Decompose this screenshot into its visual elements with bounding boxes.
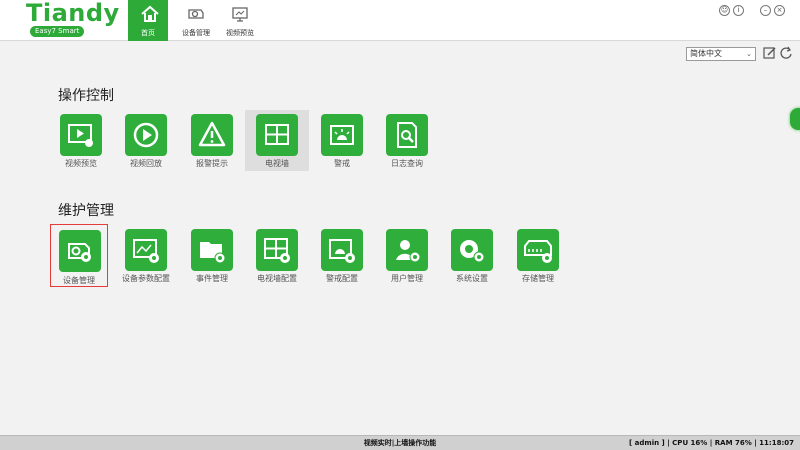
tile-log-query[interactable]: 日志查询 bbox=[376, 114, 438, 170]
tile-alert-config[interactable]: 警戒配置 bbox=[311, 229, 373, 285]
tile-label: 电视墙配置 bbox=[257, 274, 297, 283]
info-icon[interactable]: i bbox=[733, 5, 744, 16]
tile-label: 事件管理 bbox=[196, 274, 228, 283]
system-gear-icon bbox=[451, 229, 493, 271]
tile-tv-wall-config[interactable]: 电视墙配置 bbox=[246, 229, 308, 285]
chevron-down-icon: ⌄ bbox=[746, 50, 752, 58]
event-folder-icon bbox=[191, 229, 233, 271]
tile-label: 报警提示 bbox=[196, 159, 228, 168]
tile-alarm-prompt[interactable]: 报警提示 bbox=[181, 114, 243, 170]
camera-icon bbox=[188, 9, 204, 19]
status-system-info: [ admin ] | CPU 16% | RAM 76% | 11:18:07 bbox=[629, 436, 794, 450]
tile-label: 电视墙 bbox=[265, 159, 289, 168]
logo-wordmark: Tiandy bbox=[26, 0, 120, 27]
tile-label: 设备管理 bbox=[63, 276, 95, 285]
tile-label: 系统设置 bbox=[456, 274, 488, 283]
tile-user-management[interactable]: 用户管理 bbox=[376, 229, 438, 285]
side-panel-toggle[interactable] bbox=[790, 108, 800, 130]
tile-label: 视频预览 bbox=[65, 159, 97, 168]
minimize-icon[interactable]: – bbox=[760, 5, 771, 16]
tile-label: 设备参数配置 bbox=[122, 274, 170, 283]
user-manage-icon bbox=[386, 229, 428, 271]
status-user: [ admin ] bbox=[629, 439, 665, 447]
status-time: 11:18:07 bbox=[759, 439, 794, 447]
nav-device-management-label: 设备管理 bbox=[182, 29, 210, 37]
tile-device-management[interactable]: 设备管理 bbox=[50, 224, 108, 287]
tile-video-preview[interactable]: 视频预览 bbox=[50, 114, 112, 170]
device-params-icon bbox=[125, 229, 167, 271]
tile-storage-management[interactable]: 存储管理 bbox=[507, 229, 569, 285]
video-preview-icon bbox=[60, 114, 102, 156]
monitor-icon bbox=[232, 7, 248, 22]
user-icon[interactable]: ☺ bbox=[719, 5, 730, 16]
playback-icon bbox=[125, 114, 167, 156]
nav-device-management-tab[interactable]: 设备管理 bbox=[174, 0, 218, 41]
alarm-warning-icon bbox=[191, 114, 233, 156]
logo-tagline: Easy7 Smart bbox=[30, 26, 85, 37]
tile-video-playback[interactable]: 视频回放 bbox=[115, 114, 177, 170]
tile-label: 警戒 bbox=[334, 159, 350, 168]
home-icon bbox=[141, 5, 159, 22]
tile-label: 警戒配置 bbox=[326, 274, 358, 283]
status-cpu: CPU 16% bbox=[672, 439, 708, 447]
tv-wall-icon bbox=[256, 114, 298, 156]
section-title-operation: 操作控制 bbox=[58, 88, 114, 104]
log-search-icon bbox=[386, 114, 428, 156]
edit-icon[interactable] bbox=[763, 46, 777, 60]
nav-home-tab[interactable]: 首页 bbox=[128, 0, 168, 41]
top-bar: Tiandy Easy7 Smart 首页 设备管理 视频预览 ☺ i – × bbox=[0, 0, 800, 41]
alert-config-icon bbox=[321, 229, 363, 271]
tile-system-settings[interactable]: 系统设置 bbox=[441, 229, 503, 285]
device-settings-icon bbox=[59, 230, 101, 272]
language-selected-value: 简体中文 bbox=[690, 49, 722, 58]
storage-icon bbox=[517, 229, 559, 271]
language-select[interactable]: 简体中文 ⌄ bbox=[686, 47, 756, 61]
section-title-maintenance: 维护管理 bbox=[58, 203, 114, 219]
tile-event-management[interactable]: 事件管理 bbox=[181, 229, 243, 285]
tile-device-params[interactable]: 设备参数配置 bbox=[115, 229, 177, 285]
tile-tv-wall[interactable]: 电视墙 bbox=[245, 110, 309, 171]
tile-label: 日志查询 bbox=[391, 159, 423, 168]
status-bar: 视频实时|上墙操作功能 [ admin ] | CPU 16% | RAM 76… bbox=[0, 435, 800, 450]
nav-home-label: 首页 bbox=[141, 29, 155, 37]
status-ram: RAM 76% bbox=[714, 439, 752, 447]
alert-light-icon bbox=[321, 114, 363, 156]
tile-alert[interactable]: 警戒 bbox=[311, 114, 373, 170]
tiandy-logo: Tiandy Easy7 Smart bbox=[26, 0, 119, 38]
tile-label: 用户管理 bbox=[391, 274, 423, 283]
close-icon[interactable]: × bbox=[774, 5, 785, 16]
nav-video-preview-tab[interactable]: 视频预览 bbox=[218, 0, 262, 41]
tv-wall-config-icon bbox=[256, 229, 298, 271]
refresh-icon[interactable] bbox=[779, 46, 793, 60]
nav-video-preview-label: 视频预览 bbox=[226, 29, 254, 37]
tile-label: 存储管理 bbox=[522, 274, 554, 283]
tile-label: 视频回放 bbox=[130, 159, 162, 168]
